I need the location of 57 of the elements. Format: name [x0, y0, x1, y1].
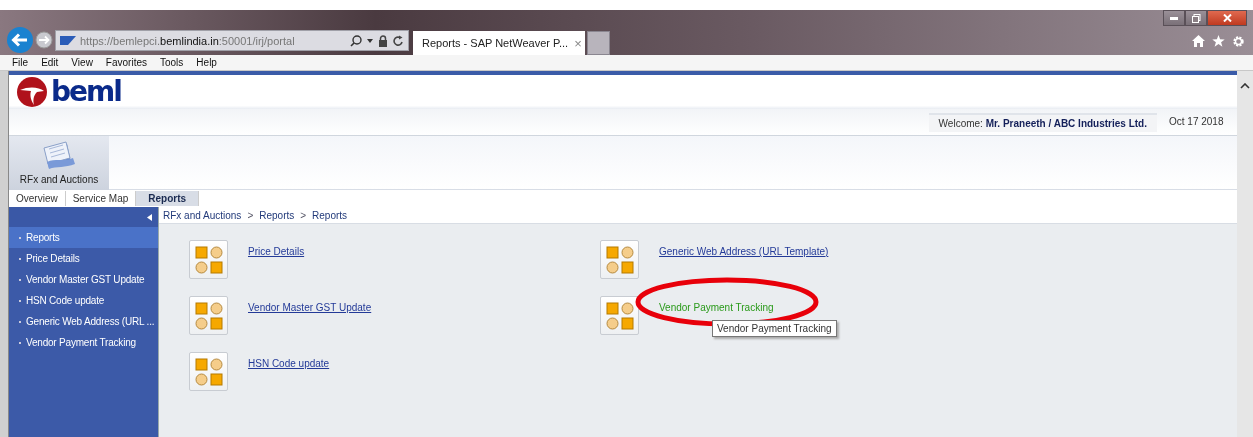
report-icon[interactable]	[600, 240, 639, 279]
close-button[interactable]	[1207, 10, 1247, 26]
breadcrumb-separator: >	[247, 209, 254, 221]
close-tab-button[interactable]: ×	[574, 35, 582, 51]
restore-icon	[1191, 13, 1201, 23]
logo: beml	[17, 77, 121, 107]
report-icon[interactable]	[189, 296, 228, 335]
search-icon[interactable]	[350, 34, 362, 47]
caret-icon[interactable]	[367, 38, 373, 43]
sidebar-item[interactable]: Vendor Master GST Update	[9, 269, 158, 290]
report-icon[interactable]	[189, 240, 228, 279]
scroll-up-icon[interactable]	[1240, 83, 1250, 89]
sidebar-item[interactable]: HSN Code update	[9, 290, 158, 311]
menu-item[interactable]: Edit	[41, 57, 59, 68]
report-link[interactable]: Generic Web Address (URL Template)	[659, 246, 829, 257]
breadcrumb-separator: >	[300, 209, 307, 221]
collapse-icon[interactable]	[147, 213, 152, 221]
lock-icon	[378, 34, 388, 47]
browser-tab[interactable]: Reports - SAP NetWeaver P... ×	[413, 31, 585, 55]
report-link[interactable]: HSN Code update	[248, 358, 330, 369]
tool-tile[interactable]: RFx and Auctions	[9, 136, 109, 190]
breadcrumb-link[interactable]: RFx and Auctions	[163, 209, 242, 221]
menu-item[interactable]: View	[71, 57, 93, 68]
close-icon	[1222, 14, 1232, 22]
date-label: Oct 17 2018	[1168, 115, 1225, 127]
home-icon[interactable]	[1192, 35, 1205, 47]
address-bar[interactable]: https://bemlepci.bemlindia.in:50001/irj/portal	[55, 30, 409, 51]
scrollbar[interactable]	[1237, 71, 1253, 437]
menu-item[interactable]: Help	[196, 57, 217, 68]
menu-item[interactable]: File	[12, 57, 29, 68]
menu-item[interactable]: Tools	[160, 57, 184, 68]
site-icon	[60, 36, 76, 45]
sidebar-item[interactable]: Reports	[9, 227, 158, 248]
tab[interactable]: Overview	[9, 191, 66, 206]
back-button[interactable]	[7, 27, 33, 53]
logo-icon	[17, 77, 47, 107]
welcome-message: Welcome: Mr. Praneeth / ABC Industries Ltd.	[928, 113, 1157, 132]
breadcrumb-link[interactable]: Reports	[259, 209, 295, 221]
minimize-button[interactable]	[1163, 10, 1185, 26]
menu-item[interactable]: Favorites	[105, 57, 147, 68]
documents-icon	[41, 140, 77, 170]
tab[interactable]: Reports	[136, 191, 200, 206]
forward-button[interactable]	[35, 31, 53, 49]
settings-icon[interactable]	[1232, 35, 1245, 48]
sidebar-item[interactable]: Generic Web Address (URL ...	[9, 311, 158, 332]
sidebar-item[interactable]: Price Details	[9, 248, 158, 269]
report-link[interactable]: Price Details	[248, 246, 305, 257]
tooltip: Vendor Payment Tracking	[712, 320, 837, 337]
breadcrumb-link[interactable]: Reports	[312, 209, 348, 221]
star-icon[interactable]	[1212, 35, 1225, 47]
report-icon[interactable]	[189, 352, 228, 391]
refresh-icon[interactable]	[393, 34, 404, 47]
minimize-icon	[1170, 16, 1178, 20]
report-icon[interactable]	[600, 296, 639, 335]
sidebar-item[interactable]: Vendor Payment Tracking	[9, 332, 158, 353]
report-link[interactable]: Vendor Master GST Update	[248, 302, 372, 313]
restore-button[interactable]	[1185, 10, 1207, 26]
